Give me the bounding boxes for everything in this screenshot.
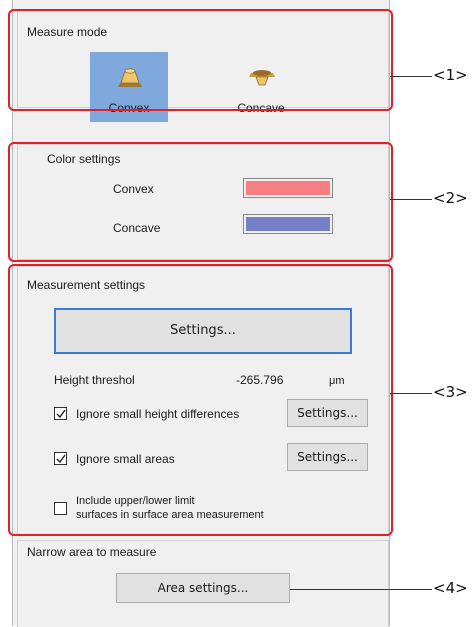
callout-line-3	[390, 393, 432, 394]
highlight-box-2	[8, 142, 393, 262]
area-settings-button[interactable]: Area settings...	[116, 573, 290, 603]
highlight-box-3	[8, 264, 393, 536]
narrow-area-title: Narrow area to measure	[27, 545, 157, 559]
callout-label-3: <3>	[433, 383, 468, 401]
callout-label-1: <1>	[433, 66, 468, 84]
callout-line-2	[390, 199, 432, 200]
callout-label-4: <4>	[433, 579, 468, 597]
highlight-box-1	[8, 9, 393, 111]
callout-line-4	[290, 589, 432, 590]
callout-label-2: <2>	[433, 189, 468, 207]
callout-line-1	[390, 76, 432, 77]
